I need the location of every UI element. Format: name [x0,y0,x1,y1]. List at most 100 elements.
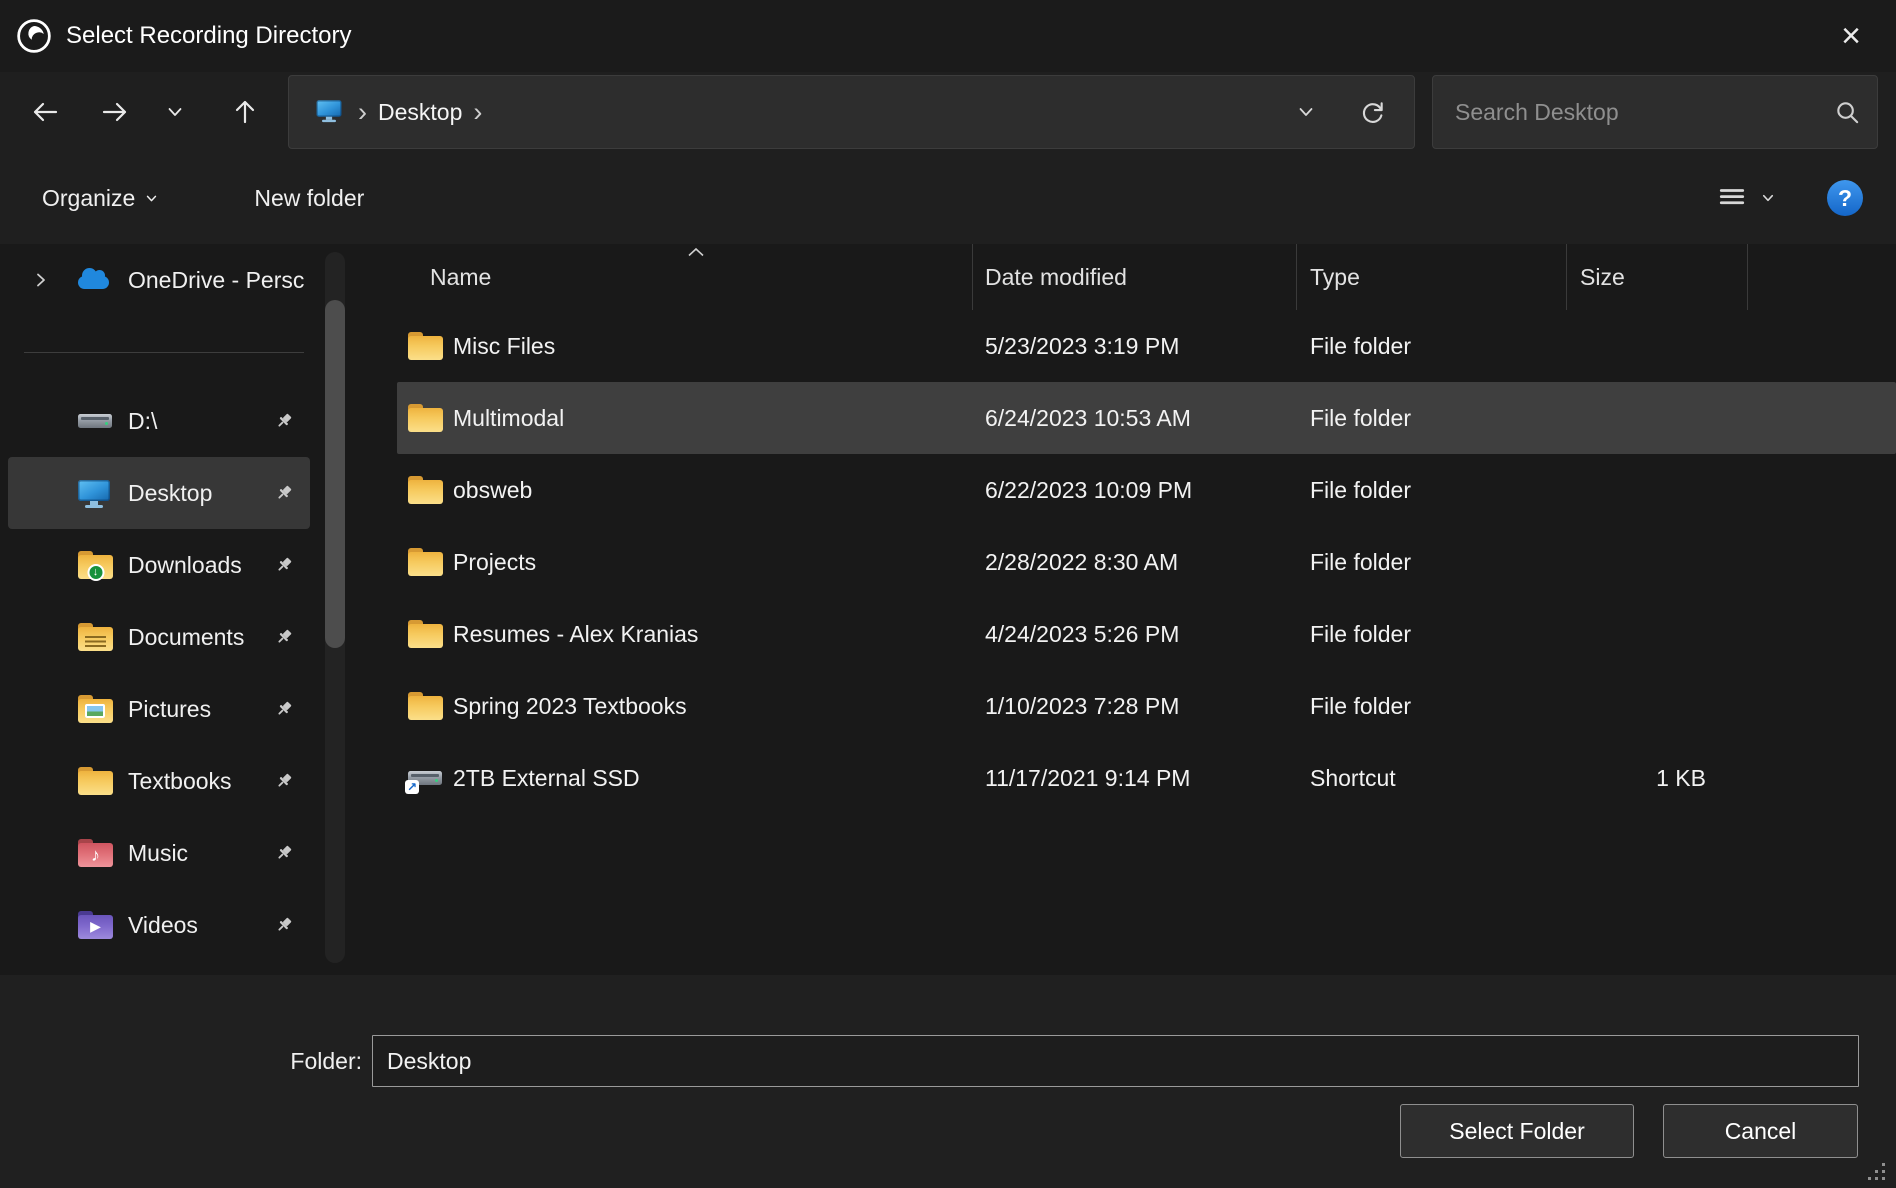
file-row[interactable]: ↗ 2TB External SSD 11/17/2021 9:14 PM Sh… [397,742,1896,814]
search-icon[interactable] [1834,99,1861,126]
file-row[interactable]: Resumes - Alex Kranias 4/24/2023 5:26 PM… [397,598,1896,670]
sidebar-item-label: Desktop [128,480,264,507]
back-button[interactable] [15,82,75,142]
sidebar-item-textbooks[interactable]: Textbooks [8,745,310,817]
file-row[interactable]: obsweb 6/22/2023 10:09 PM File folder [397,454,1896,526]
breadcrumb-chevron-icon[interactable]: › [462,97,493,128]
breadcrumb-location[interactable]: Desktop [378,99,462,126]
sidebar-item-label: Documents [128,624,264,651]
chevron-down-icon [1297,103,1315,121]
new-folder-label: New folder [254,185,364,212]
file-type: File folder [1297,333,1567,360]
back-arrow-icon [31,98,59,126]
column-header-name[interactable]: Name [356,244,973,310]
close-button[interactable]: × [1806,0,1896,72]
folder-icon [78,767,113,795]
resize-grip[interactable] [1868,1160,1888,1180]
pin-icon[interactable] [264,915,304,935]
address-dropdown-button[interactable] [1297,103,1315,121]
file-date: 5/23/2023 3:19 PM [973,333,1297,360]
file-row-highlighted[interactable]: Multimodal 6/24/2023 10:53 AM File folde… [397,382,1896,454]
file-date: 2/28/2022 8:30 AM [973,549,1297,576]
pin-icon[interactable] [264,843,304,863]
sidebar-scrollbar[interactable] [318,244,356,975]
sidebar-item-documents[interactable]: Documents [8,601,310,673]
change-view-button[interactable] [1717,183,1775,213]
organize-button[interactable]: Organize [42,185,158,212]
help-button[interactable]: ? [1827,180,1863,216]
navigation-bar: › Desktop › [0,72,1896,152]
organize-label: Organize [42,185,135,212]
file-type: File folder [1297,477,1567,504]
folder-icon [408,476,443,504]
document-lines-icon [85,636,106,647]
file-date: 6/22/2023 10:09 PM [973,477,1297,504]
select-folder-button[interactable]: Select Folder [1400,1104,1634,1158]
up-arrow-icon [231,98,259,126]
sidebar-separator [24,352,304,353]
column-header-size[interactable]: Size [1567,244,1748,310]
sidebar-item-music[interactable]: ♪ Music [8,817,310,889]
pin-icon[interactable] [264,771,304,791]
shortcut-arrow-icon: ↗ [405,780,419,794]
file-type: File folder [1297,693,1567,720]
file-rows: Misc Files 5/23/2023 3:19 PM File folder… [397,310,1896,814]
pictures-folder-icon [78,695,113,723]
sidebar-item-videos[interactable]: ▶ Videos [8,889,310,961]
file-type: File folder [1297,405,1567,432]
drive-icon [78,414,112,428]
file-row[interactable]: Projects 2/28/2022 8:30 AM File folder [397,526,1896,598]
file-date: 6/24/2023 10:53 AM [973,405,1297,432]
chevron-down-icon [166,103,184,121]
music-note-icon: ♪ [78,845,113,866]
file-row[interactable]: Spring 2023 Textbooks 1/10/2023 7:28 PM … [397,670,1896,742]
file-row[interactable]: Misc Files 5/23/2023 3:19 PM File folder [397,310,1896,382]
pin-icon[interactable] [264,483,304,503]
file-size: 1 KB [1567,765,1736,792]
search-box[interactable] [1432,75,1878,149]
dialog-footer: Folder: Select Folder Cancel [0,975,1896,1188]
photo-icon [85,704,105,718]
pin-icon[interactable] [264,411,304,431]
documents-folder-icon [78,623,113,651]
sidebar-item-onedrive[interactable]: OneDrive - Persc [8,248,310,312]
pin-icon[interactable] [264,627,304,647]
pin-icon[interactable] [264,699,304,719]
sidebar-item-pictures[interactable]: Pictures [8,673,310,745]
sidebar-item-downloads[interactable]: ↓ Downloads [8,529,310,601]
file-date: 1/10/2023 7:28 PM [973,693,1297,720]
breadcrumb-chevron-icon[interactable]: › [347,97,378,128]
address-bar[interactable]: › Desktop › [288,75,1415,149]
sidebar-item-label: Videos [128,912,264,939]
recent-locations-button[interactable] [150,82,200,142]
scrollbar-thumb[interactable] [325,300,345,648]
sidebar-item-label: Music [128,840,264,867]
sidebar-item-label: Pictures [128,696,264,723]
file-type: File folder [1297,621,1567,648]
forward-button[interactable] [85,82,145,142]
folder-name-input[interactable] [372,1035,1859,1087]
desktop-monitor-icon [78,480,110,501]
videos-folder-icon: ▶ [78,911,113,939]
column-header-date-modified[interactable]: Date modified [973,244,1297,310]
cancel-button[interactable]: Cancel [1663,1104,1858,1158]
new-folder-button[interactable]: New folder [254,185,364,212]
search-input[interactable] [1453,98,1826,127]
sidebar-item-desktop[interactable]: Desktop [8,457,310,529]
file-type: Shortcut [1297,765,1567,792]
expand-chevron-icon[interactable] [32,271,78,289]
sidebar-item-d-drive[interactable]: D:\ [8,385,310,457]
up-button[interactable] [215,82,275,142]
sort-ascending-icon [686,246,706,258]
file-name: Projects [453,549,536,576]
column-header-type[interactable]: Type [1297,244,1567,310]
folder-icon [408,692,443,720]
pin-icon[interactable] [264,555,304,575]
file-name: Resumes - Alex Kranias [453,621,698,648]
file-name: Spring 2023 Textbooks [453,693,687,720]
file-name: Multimodal [453,405,564,432]
select-recording-directory-dialog: Select Recording Directory × › Desktop › [0,0,1896,1188]
refresh-button[interactable] [1359,99,1386,126]
command-toolbar: Organize New folder ? [0,152,1896,244]
forward-arrow-icon [101,98,129,126]
